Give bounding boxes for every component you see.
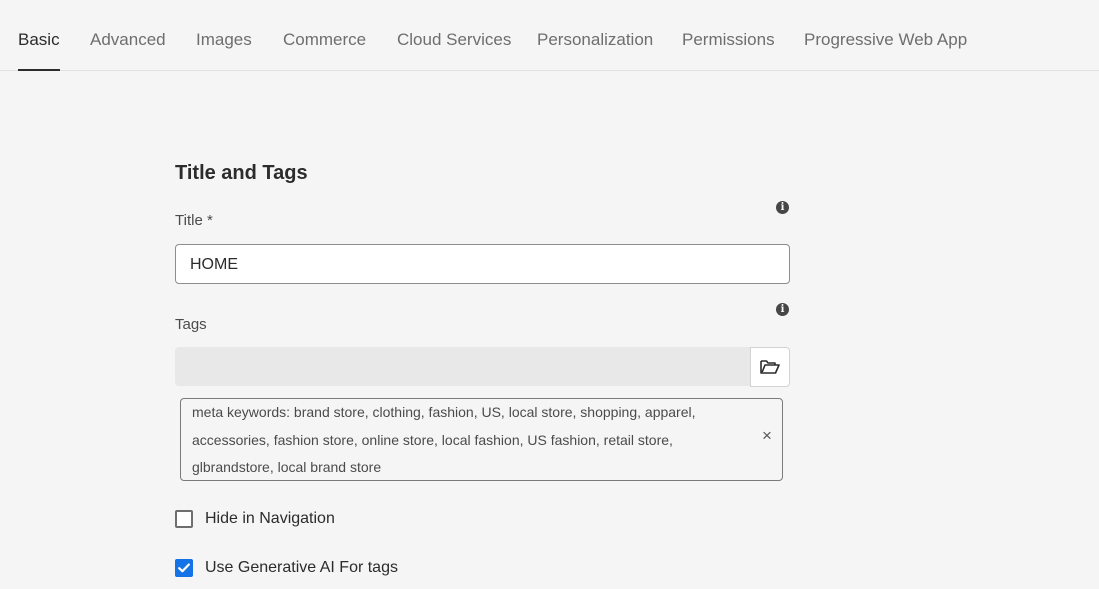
use-generative-ai-checkbox-row[interactable]: Use Generative AI For tags — [175, 558, 398, 578]
tab-progressive-web-app[interactable]: Progressive Web App — [804, 0, 967, 70]
tab-personalization[interactable]: Personalization — [537, 0, 653, 70]
selected-tag-text: meta keywords: brand store, clothing, fa… — [192, 404, 696, 475]
title-label: Title * — [175, 212, 213, 229]
title-input-value: HOME — [190, 256, 238, 273]
hide-in-navigation-checkbox-row[interactable]: Hide in Navigation — [175, 509, 335, 529]
hide-in-navigation-label: Hide in Navigation — [205, 510, 335, 527]
tab-advanced[interactable]: Advanced — [90, 0, 166, 70]
tab-images[interactable]: Images — [196, 0, 252, 70]
checkmark-icon — [178, 563, 190, 573]
selected-tag-chip: meta keywords: brand store, clothing, fa… — [180, 398, 783, 481]
tab-permissions[interactable]: Permissions — [682, 0, 775, 70]
use-generative-ai-label: Use Generative AI For tags — [205, 559, 398, 576]
tags-label: Tags — [175, 316, 207, 333]
tab-bar: Basic Advanced Images Commerce Cloud Ser… — [0, 0, 1099, 71]
tag-picker-button[interactable] — [750, 347, 790, 387]
hide-in-navigation-checkbox[interactable] — [175, 510, 193, 528]
folder-open-icon — [760, 360, 780, 374]
info-icon[interactable]: i — [776, 303, 789, 316]
info-icon[interactable]: i — [776, 201, 789, 214]
title-input[interactable]: HOME — [175, 244, 790, 284]
tags-input[interactable] — [175, 347, 750, 386]
tab-cloud-services[interactable]: Cloud Services — [397, 0, 511, 70]
close-icon[interactable]: × — [760, 427, 774, 444]
section-title: Title and Tags — [175, 162, 308, 184]
use-generative-ai-checkbox[interactable] — [175, 559, 193, 577]
tab-basic[interactable]: Basic — [18, 0, 60, 71]
tab-commerce[interactable]: Commerce — [283, 0, 366, 70]
